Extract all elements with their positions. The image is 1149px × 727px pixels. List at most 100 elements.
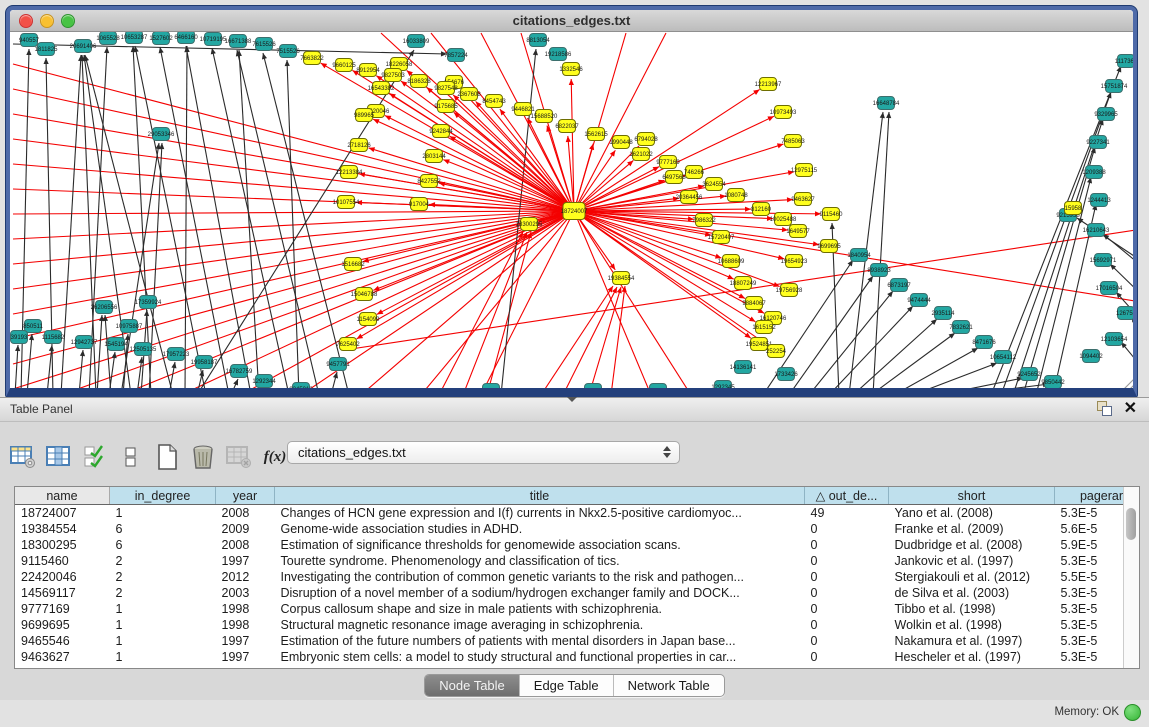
column-filter-button[interactable] <box>80 442 110 472</box>
tab-edge-table[interactable]: Edge Table <box>520 675 614 696</box>
cell-in_degree[interactable]: 1 <box>110 633 216 649</box>
table-row[interactable]: 1830029562008Estimation of significance … <box>15 537 1140 553</box>
cell-title[interactable]: Disruption of a novel member of a sodium… <box>275 585 805 601</box>
graph-node-label: 1527602 <box>149 36 173 42</box>
table-settings-button[interactable] <box>8 442 38 472</box>
column-header-out_degree[interactable]: △ out_de... <box>805 487 889 505</box>
cell-in_degree[interactable]: 2 <box>110 553 216 569</box>
table-vertical-scrollbar[interactable] <box>1123 487 1139 668</box>
cell-name[interactable]: 9463627 <box>15 649 110 665</box>
cell-short[interactable]: Jankovic et al. (1997) <box>889 553 1055 569</box>
cell-in_degree[interactable]: 1 <box>110 505 216 522</box>
cell-in_degree[interactable]: 6 <box>110 521 216 537</box>
cell-year[interactable]: 2009 <box>216 521 275 537</box>
cell-in_degree[interactable]: 6 <box>110 537 216 553</box>
cell-in_degree[interactable]: 1 <box>110 617 216 633</box>
cell-year[interactable]: 2012 <box>216 569 275 585</box>
tab-network-table[interactable]: Network Table <box>614 675 724 696</box>
column-header-name[interactable]: name <box>15 487 110 505</box>
function-builder-button[interactable]: f(x) <box>260 442 290 472</box>
cell-short[interactable]: Wolkin et al. (1998) <box>889 617 1055 633</box>
cell-title[interactable]: Embryonic stem cells: a model to study s… <box>275 649 805 665</box>
cell-out_degree[interactable]: 0 <box>805 585 889 601</box>
table-row[interactable]: 1872400712008Changes of HCN gene express… <box>15 505 1140 522</box>
scrollbar-thumb[interactable] <box>1126 508 1136 540</box>
cell-out_degree[interactable]: 0 <box>805 633 889 649</box>
rows-button[interactable] <box>116 442 146 472</box>
graph-node-label: 8427552 <box>417 179 441 185</box>
delete-rows-button[interactable] <box>188 442 218 472</box>
cell-year[interactable]: 1998 <box>216 617 275 633</box>
cell-title[interactable]: Investigating the contribution of common… <box>275 569 805 585</box>
cell-short[interactable]: Nakamura et al. (1997) <box>889 633 1055 649</box>
column-header-short[interactable]: short <box>889 487 1055 505</box>
cell-title[interactable]: Tourette syndrome. Phenomenology and cla… <box>275 553 805 569</box>
cell-year[interactable]: 2008 <box>216 505 275 522</box>
cell-title[interactable]: Estimation of the future numbers of pati… <box>275 633 805 649</box>
table-row[interactable]: 1456911722003Disruption of a novel membe… <box>15 585 1140 601</box>
cell-short[interactable]: de Silva et al. (2003) <box>889 585 1055 601</box>
cell-out_degree[interactable]: 49 <box>805 505 889 522</box>
cell-name[interactable]: 18300295 <box>15 537 110 553</box>
cell-year[interactable]: 1997 <box>216 553 275 569</box>
float-panel-icon[interactable] <box>1097 401 1112 416</box>
cell-in_degree[interactable]: 2 <box>110 585 216 601</box>
cell-year[interactable]: 1997 <box>216 633 275 649</box>
cell-in_degree[interactable]: 2 <box>110 569 216 585</box>
graph-node-label: 16782759 <box>226 369 253 375</box>
column-header-title[interactable]: title <box>275 487 805 505</box>
cell-name[interactable]: 9115460 <box>15 553 110 569</box>
select-columns-button[interactable] <box>44 442 74 472</box>
cell-short[interactable]: Hescheler et al. (1997) <box>889 649 1055 665</box>
splitter-grip-icon[interactable] <box>567 397 577 402</box>
table-row[interactable]: 946554611997Estimation of the future num… <box>15 633 1140 649</box>
cell-in_degree[interactable]: 1 <box>110 601 216 617</box>
cell-title[interactable]: Estimation of significance thresholds fo… <box>275 537 805 553</box>
cell-name[interactable]: 9777169 <box>15 601 110 617</box>
cell-out_degree[interactable]: 0 <box>805 521 889 537</box>
cell-out_degree[interactable]: 0 <box>805 617 889 633</box>
cell-year[interactable]: 1997 <box>216 649 275 665</box>
table-row[interactable]: 911546021997Tourette syndrome. Phenomeno… <box>15 553 1140 569</box>
cell-out_degree[interactable]: 0 <box>805 537 889 553</box>
cell-name[interactable]: 19384554 <box>15 521 110 537</box>
graph-edge-arrowhead <box>566 136 571 142</box>
graph-node-label: 252254 <box>766 349 787 355</box>
cell-name[interactable]: 9465546 <box>15 633 110 649</box>
cell-name[interactable]: 9699695 <box>15 617 110 633</box>
cell-title[interactable]: Genome-wide association studies in ADHD. <box>275 521 805 537</box>
cell-year[interactable]: 2003 <box>216 585 275 601</box>
cell-short[interactable]: Franke et al. (2009) <box>889 521 1055 537</box>
network-graph-canvas[interactable]: 1872400794055718118252069140610655281065… <box>10 32 1133 388</box>
cell-name[interactable]: 22420046 <box>15 569 110 585</box>
cell-out_degree[interactable]: 0 <box>805 569 889 585</box>
window-titlebar[interactable]: citations_edges.txt <box>10 10 1133 32</box>
cell-short[interactable]: Dudbridge et al. (2008) <box>889 537 1055 553</box>
cell-short[interactable]: Tibbo et al. (1998) <box>889 601 1055 617</box>
cell-out_degree[interactable]: 0 <box>805 601 889 617</box>
column-header-year[interactable]: year <box>216 487 275 505</box>
table-row[interactable]: 1938455462009Genome-wide association stu… <box>15 521 1140 537</box>
table-row[interactable]: 977716911998Corpus callosum shape and si… <box>15 601 1140 617</box>
column-header-in_degree[interactable]: in_degree <box>110 487 216 505</box>
cell-title[interactable]: Structural magnetic resonance image aver… <box>275 617 805 633</box>
tab-node-table[interactable]: Node Table <box>425 675 520 696</box>
cell-name[interactable]: 18724007 <box>15 505 110 522</box>
table-row[interactable]: 969969511998Structural magnetic resonanc… <box>15 617 1140 633</box>
close-panel-icon[interactable]: ✕ <box>1124 401 1137 416</box>
cell-out_degree[interactable]: 0 <box>805 649 889 665</box>
table-row[interactable]: 946362711997Embryonic stem cells: a mode… <box>15 649 1140 665</box>
table-row[interactable]: 2242004622012Investigating the contribut… <box>15 569 1140 585</box>
cell-out_degree[interactable]: 0 <box>805 553 889 569</box>
table-selector-dropdown[interactable]: citations_edges.txt <box>287 441 680 464</box>
graph-node-label: 9457791 <box>326 362 350 368</box>
cell-short[interactable]: Stergiakouli et al. (2012) <box>889 569 1055 585</box>
cell-in_degree[interactable]: 1 <box>110 649 216 665</box>
cell-year[interactable]: 1998 <box>216 601 275 617</box>
cell-title[interactable]: Changes of HCN gene expression and I(f) … <box>275 505 805 522</box>
cell-name[interactable]: 14569117 <box>15 585 110 601</box>
new-file-button[interactable] <box>152 442 182 472</box>
cell-title[interactable]: Corpus callosum shape and size in male p… <box>275 601 805 617</box>
cell-short[interactable]: Yano et al. (2008) <box>889 505 1055 522</box>
cell-year[interactable]: 2008 <box>216 537 275 553</box>
